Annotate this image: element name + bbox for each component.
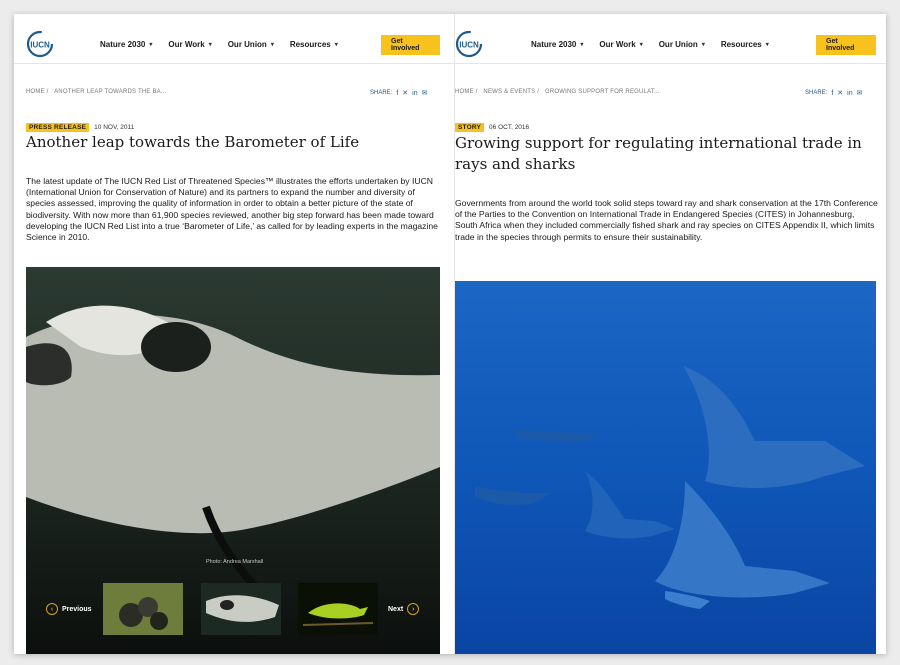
article-title: Another leap towards the Barometer of Li…	[26, 133, 360, 151]
site-header: IUCN Nature 2030 ▾ Our Work ▾ Our Union ▾ R…	[14, 14, 454, 64]
screenshot-frame: IUCN Nature 2030 ▾ Our Work ▾ Our Union ▾ R…	[14, 14, 886, 654]
iucn-logo[interactable]: IUCN	[26, 30, 54, 58]
chevron-down-icon: ▾	[701, 42, 705, 48]
nav-item-our-work[interactable]: Our Work ▾	[599, 40, 642, 49]
svg-text:IUCN: IUCN	[30, 41, 50, 50]
article-body: The latest update of The IUCN Red List o…	[26, 176, 438, 243]
get-involved-button[interactable]: Get Involved	[381, 35, 440, 55]
share-label: SHARE:	[370, 90, 393, 96]
breadcrumb: HOME / NEWS & EVENTS / GROWING SUPPORT F…	[455, 89, 664, 95]
chevron-left-icon: ‹	[46, 603, 58, 615]
nav-item-resources[interactable]: Resources ▾	[721, 40, 769, 49]
nav-item-our-union[interactable]: Our Union ▾	[228, 40, 274, 49]
nav-item-nature-2030[interactable]: Nature 2030 ▾	[100, 40, 152, 49]
svg-text:IUCN: IUCN	[459, 41, 479, 50]
gallery-previous-button[interactable]: ‹ Previous	[46, 603, 92, 615]
chevron-right-icon: ›	[407, 603, 420, 615]
main-nav: Nature 2030 ▾ Our Work ▾ Our Union ▾ Resour…	[100, 40, 354, 49]
article-meta: PRESS RELEASE 10 NOV, 2011	[26, 123, 134, 132]
breadcrumb-current: ANOTHER LEAP TOWARDS THE BA...	[54, 89, 167, 95]
chevron-down-icon: ▾	[208, 42, 212, 48]
share-bar: SHARE: f ✕ in ✉	[805, 89, 863, 98]
photo-caption: Photo: Andrea Marshall	[206, 559, 263, 565]
chevron-down-icon: ▾	[149, 42, 153, 48]
article-date: 10 NOV, 2011	[94, 124, 135, 131]
chevron-down-icon: ▾	[580, 42, 584, 48]
content-type-badge: PRESS RELEASE	[26, 123, 90, 132]
chevron-down-icon: ▾	[639, 42, 643, 48]
facebook-icon[interactable]: f	[396, 90, 398, 97]
content-type-badge: STORY	[455, 123, 485, 132]
breadcrumb-current: GROWING SUPPORT FOR REGULAT...	[544, 89, 660, 95]
linkedin-icon[interactable]: in	[412, 90, 417, 97]
share-label: SHARE:	[805, 90, 828, 96]
mail-icon[interactable]: ✉	[857, 89, 863, 97]
chevron-down-icon: ▾	[270, 42, 274, 48]
site-header: IUCN Nature 2030 ▾ Our Work ▾ Our Union ▾ R…	[455, 14, 886, 64]
main-nav: Nature 2030 ▾ Our Work ▾ Our Union ▾ Resour…	[531, 40, 785, 49]
x-icon[interactable]: ✕	[837, 89, 843, 97]
nav-item-resources[interactable]: Resources ▾	[290, 40, 338, 49]
right-page: IUCN Nature 2030 ▾ Our Work ▾ Our Union ▾ R…	[455, 14, 886, 654]
x-icon[interactable]: ✕	[402, 89, 408, 97]
article-body: Governments from around the world took s…	[455, 198, 878, 242]
gallery-thumb-chameleon[interactable]	[298, 583, 378, 635]
share-bar: SHARE: f ✕ in ✉	[370, 89, 428, 98]
get-involved-button[interactable]: Get Involved	[816, 35, 876, 55]
nav-item-our-work[interactable]: Our Work ▾	[168, 40, 211, 49]
gallery-thumb-manta[interactable]	[201, 583, 281, 635]
article-date: 06 OCT, 2016	[489, 124, 530, 131]
photo-gallery: ‹ Previous Next ›	[26, 581, 440, 641]
nav-item-our-union[interactable]: Our Union ▾	[659, 40, 705, 49]
gallery-next-button[interactable]: Next ›	[388, 603, 420, 615]
chevron-down-icon: ▾	[765, 42, 769, 48]
breadcrumb: HOME / ANOTHER LEAP TOWARDS THE BA...	[26, 89, 170, 95]
left-page: IUCN Nature 2030 ▾ Our Work ▾ Our Union ▾ R…	[14, 14, 454, 654]
article-title: Growing support for regulating internati…	[455, 134, 862, 173]
iucn-logo[interactable]: IUCN	[455, 30, 483, 58]
breadcrumb-home[interactable]: HOME /	[455, 89, 478, 95]
gallery-thumb-fruit[interactable]	[103, 583, 183, 635]
breadcrumb-news-events[interactable]: NEWS & EVENTS /	[483, 89, 539, 95]
article-meta: STORY 06 OCT, 2016	[455, 123, 529, 132]
linkedin-icon[interactable]: in	[847, 90, 852, 97]
facebook-icon[interactable]: f	[831, 90, 833, 97]
nav-item-nature-2030[interactable]: Nature 2030 ▾	[531, 40, 583, 49]
chevron-down-icon: ▾	[334, 42, 338, 48]
mobula-rays-photo[interactable]	[455, 281, 876, 654]
mail-icon[interactable]: ✉	[422, 89, 428, 97]
breadcrumb-home[interactable]: HOME /	[26, 89, 49, 95]
